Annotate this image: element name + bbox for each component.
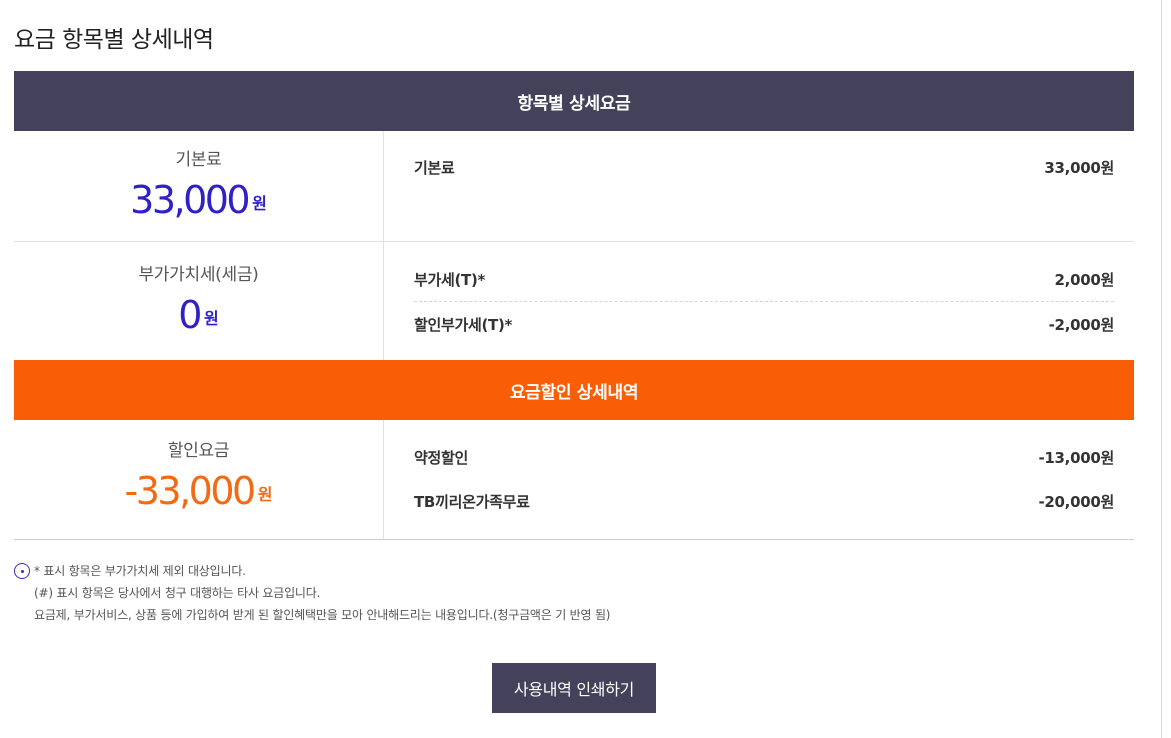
notes: * 표시 항목은 부가가치세 제외 대상입니다. (#) 표시 항목은 당사에서… — [14, 560, 610, 626]
detail-item-label: TB끼리온가족무료 — [414, 492, 530, 511]
print-usage-button[interactable]: 사용내역 인쇄하기 — [492, 663, 656, 713]
detail-item-label: 부가세(T)* — [414, 270, 486, 289]
detail-item-value: -20,000원 — [1038, 492, 1114, 511]
note-line: (#) 표시 항목은 당사에서 청구 대행하는 타사 요금입니다. — [14, 582, 610, 604]
discount-row: 할인요금 -33,000 원 약정할인 -13,000원 TB끼리온가족무료 -2… — [14, 420, 1134, 540]
detail-item-label: 할인부가세(T)* — [414, 315, 513, 334]
right-divider — [1161, 0, 1162, 738]
detail-item-label: 약정할인 — [414, 448, 469, 467]
basic-fee-summary-amount: 33,000 원 — [14, 178, 383, 226]
note-text: (#) 표시 항목은 당사에서 청구 대행하는 타사 요금입니다. — [34, 586, 321, 600]
detail-item-value: 33,000원 — [1044, 158, 1114, 177]
detail-item: 부가세(T)* 2,000원 — [414, 257, 1114, 302]
note-text: * 표시 항목은 부가가치세 제외 대상입니다. — [34, 564, 246, 578]
discount-details: 약정할인 -13,000원 TB끼리온가족무료 -20,000원 — [384, 420, 1134, 539]
detail-item-value: -13,000원 — [1038, 448, 1114, 467]
basic-fee-amount-unit: 원 — [252, 194, 267, 213]
vat-summary-amount: 0원 — [14, 293, 383, 341]
detail-item-value: 2,000원 — [1054, 270, 1115, 289]
discount-summary-amount: -33,000 원 — [14, 469, 383, 517]
discount-summary: 할인요금 -33,000 원 — [14, 420, 384, 539]
basic-fee-summary: 기본료 33,000 원 — [14, 131, 384, 241]
vat-summary: 부가가치세(세금) 0원 — [14, 242, 384, 360]
info-icon — [14, 563, 30, 579]
basic-fee-summary-label: 기본료 — [175, 150, 222, 170]
discount-amount-value: -33,000 — [124, 469, 257, 513]
detail-item-value: -2,000원 — [1048, 315, 1115, 334]
vat-row: 부가가치세(세금) 0원 부가세(T)* 2,000원 할인부가세(T)* -2… — [14, 242, 1134, 360]
detail-item: 약정할인 -13,000원 — [414, 435, 1114, 479]
vat-amount-value: 0 — [178, 293, 202, 337]
vat-details: 부가세(T)* 2,000원 할인부가세(T)* -2,000원 — [384, 242, 1134, 360]
note-line: * 표시 항목은 부가가치세 제외 대상입니다. — [14, 560, 610, 582]
vat-summary-label: 부가가치세(세금) — [138, 265, 259, 285]
page-title: 요금 항목별 상세내역 — [14, 27, 214, 53]
discount-summary-label: 할인요금 — [167, 441, 230, 461]
discount-detail-header: 요금할인 상세내역 — [14, 360, 1134, 420]
itemized-fee-header: 항목별 상세요금 — [14, 71, 1134, 131]
basic-fee-details: 기본료 33,000원 — [384, 131, 1134, 241]
note-line: 요금제, 부가서비스, 상품 등에 가입하여 받게 된 할인혜택만을 모아 안내… — [14, 604, 610, 626]
detail-item-label: 기본료 — [414, 158, 455, 177]
basic-fee-amount-value: 33,000 — [130, 178, 250, 222]
discount-amount-unit: 원 — [257, 485, 273, 504]
basic-fee-row: 기본료 33,000 원 기본료 33,000원 — [14, 131, 1134, 242]
note-text: 요금제, 부가서비스, 상품 등에 가입하여 받게 된 할인혜택만을 모아 안내… — [34, 608, 611, 622]
detail-item: 할인부가세(T)* -2,000원 — [414, 302, 1114, 346]
detail-item: TB끼리온가족무료 -20,000원 — [414, 479, 1114, 523]
vat-amount-unit: 원 — [203, 309, 219, 328]
detail-item: 기본료 33,000원 — [414, 145, 1114, 189]
